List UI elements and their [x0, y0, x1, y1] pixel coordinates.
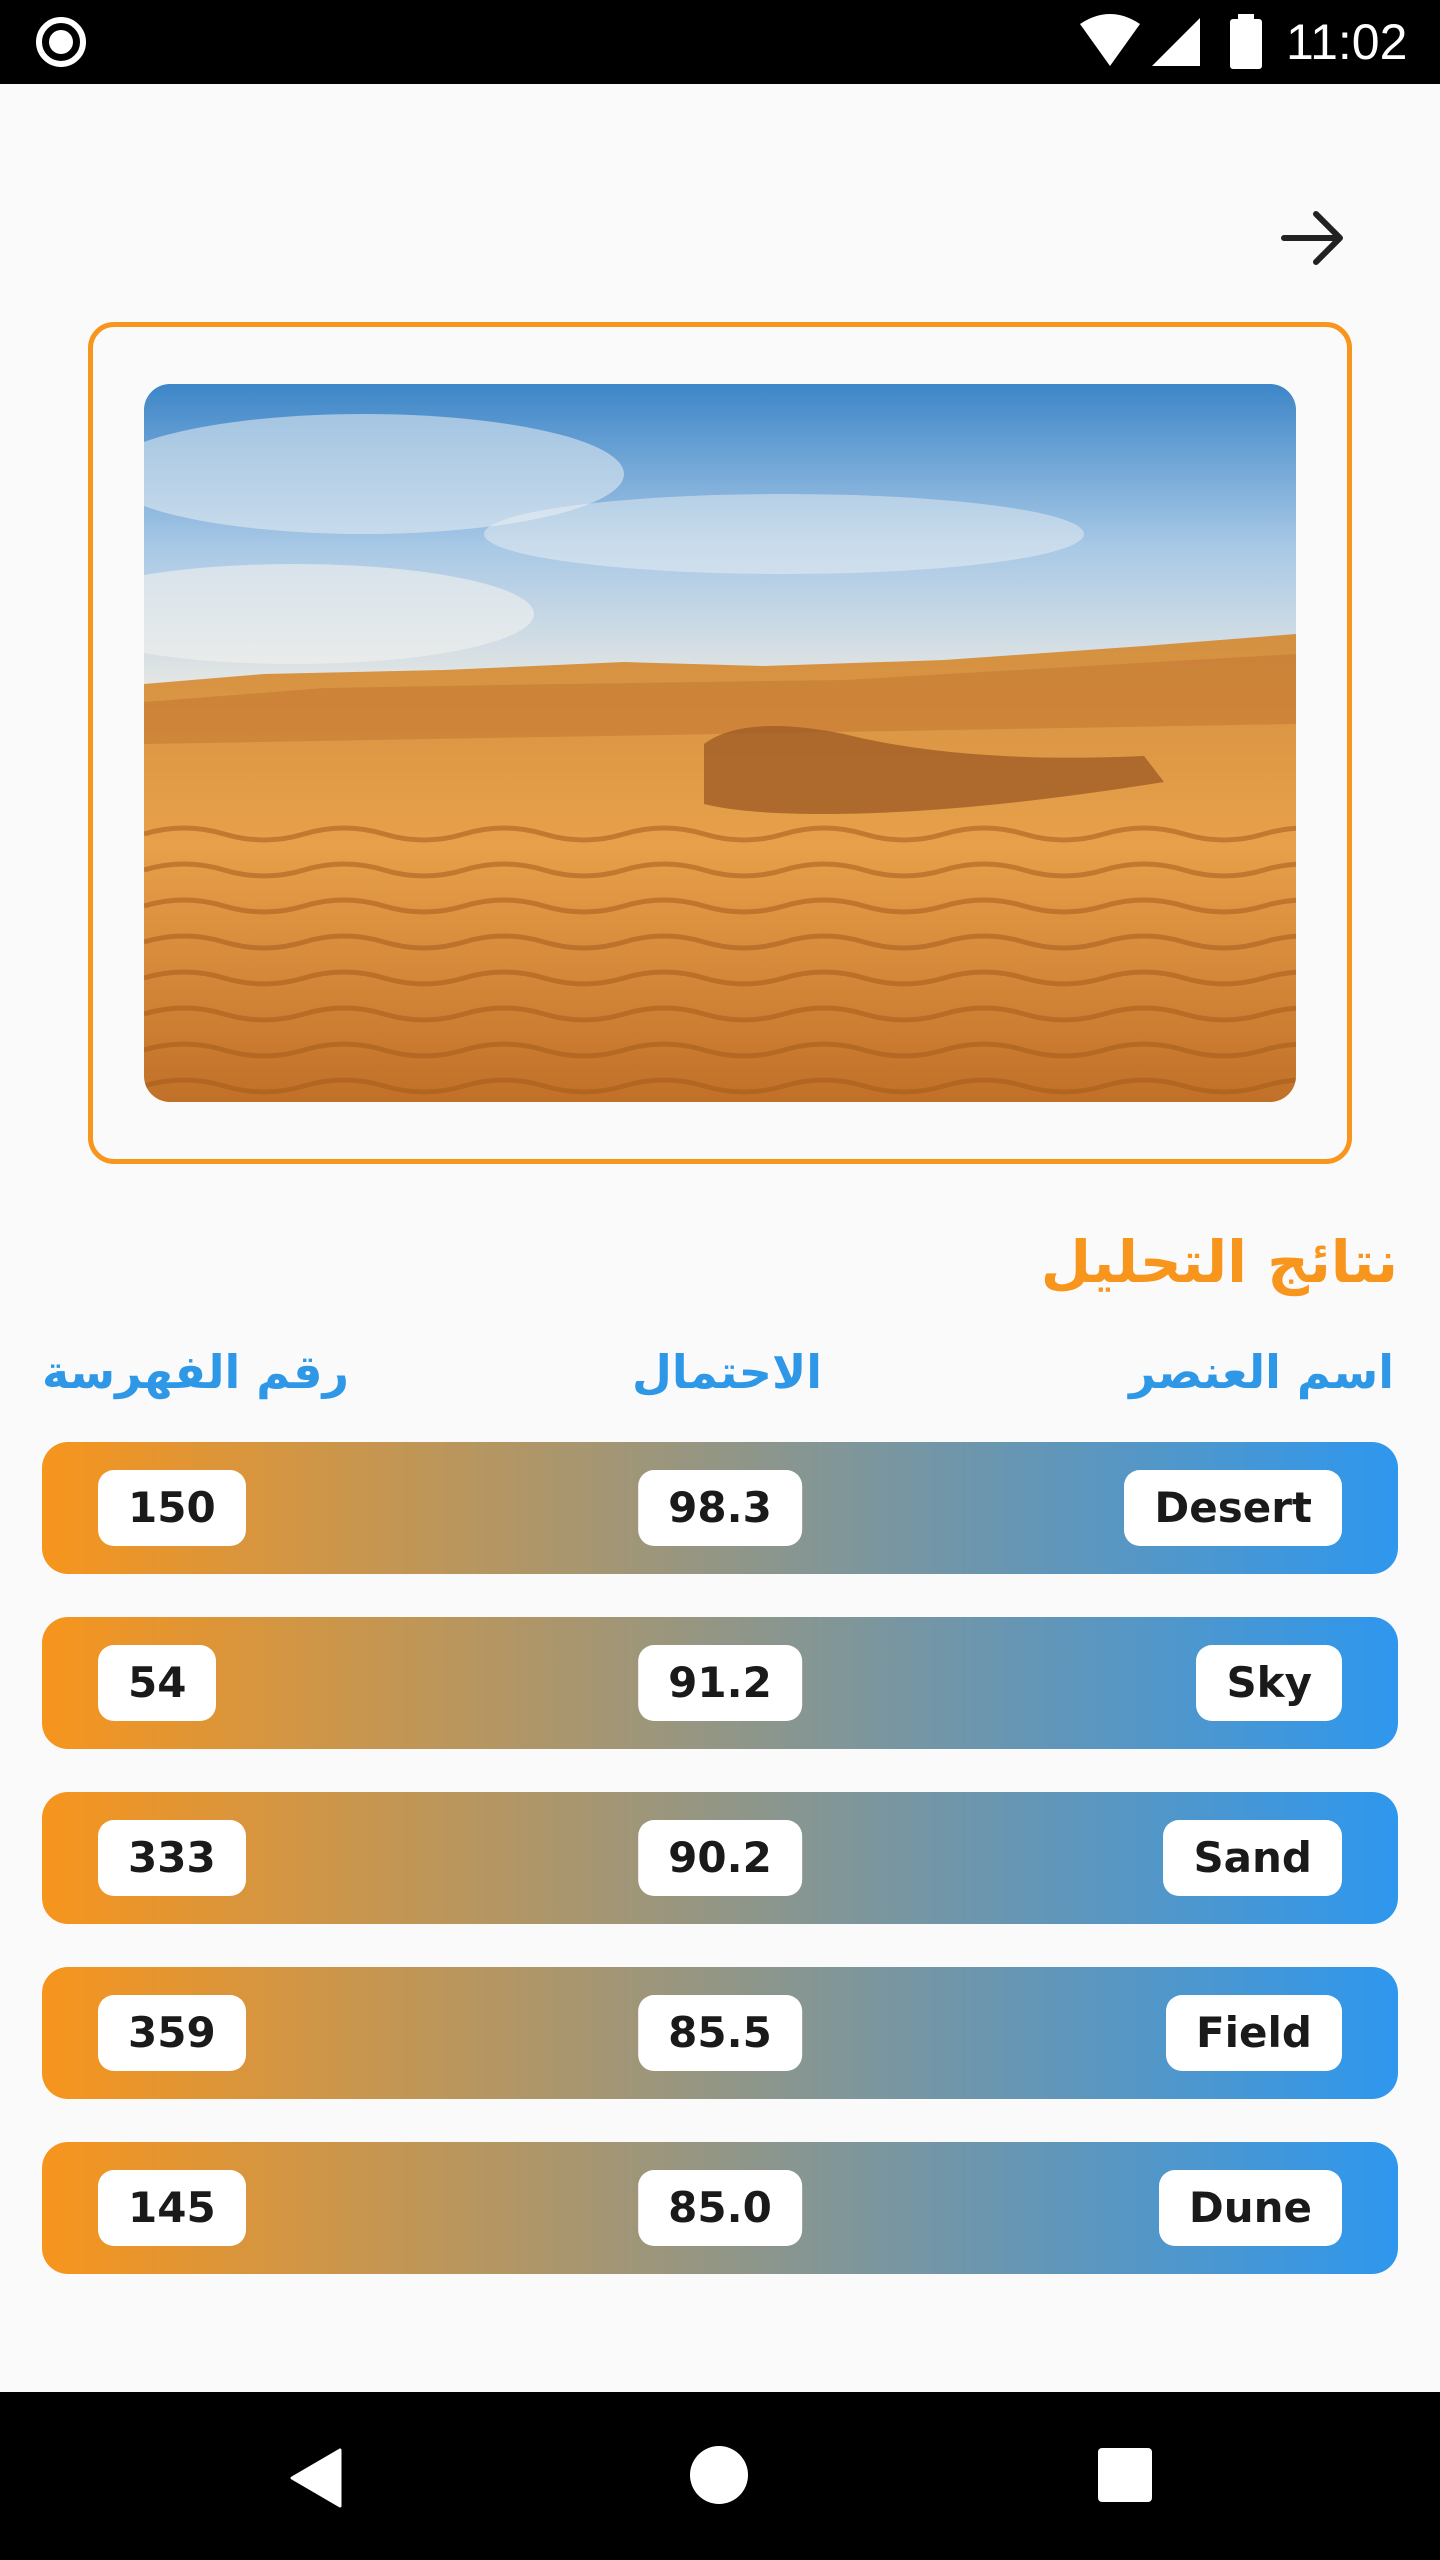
battery-icon — [1230, 14, 1262, 69]
signal-icon — [1152, 18, 1200, 66]
record-icon — [36, 17, 86, 67]
back-button[interactable] — [1270, 200, 1356, 276]
arrow-right-icon — [1281, 211, 1343, 265]
result-row: 150 98.3 Desert — [42, 1442, 1398, 1574]
home-circle-icon[interactable] — [690, 2446, 748, 2504]
item-name: Field — [1165, 1995, 1342, 2071]
index-value: 150 — [98, 1470, 246, 1546]
back-triangle-icon[interactable] — [290, 2448, 342, 2508]
index-value: 145 — [98, 2170, 246, 2246]
probability-value: 85.0 — [638, 2170, 802, 2246]
column-header-index: رقم الفهرسة — [42, 1345, 349, 1399]
wifi-icon — [1080, 14, 1140, 66]
probability-value: 91.2 — [638, 1645, 802, 1721]
result-row: 145 85.0 Dune — [42, 2142, 1398, 2274]
probability-value: 90.2 — [638, 1820, 802, 1896]
result-row: 359 85.5 Field — [42, 1967, 1398, 2099]
status-time: 11:02 — [1286, 14, 1408, 70]
item-name: Sand — [1163, 1820, 1342, 1896]
navigation-bar — [0, 2392, 1440, 2560]
results-title: نتائج التحليل — [1040, 1228, 1398, 1296]
status-bar: 11:02 — [0, 0, 1440, 84]
column-header-name: اسم العنصر — [1129, 1345, 1394, 1399]
index-value: 333 — [98, 1820, 246, 1896]
item-name: Dune — [1158, 2170, 1342, 2246]
item-name: Sky — [1196, 1645, 1342, 1721]
index-value: 359 — [98, 1995, 246, 2071]
result-row: 54 91.2 Sky — [42, 1617, 1398, 1749]
column-header-probability: الاحتمال — [632, 1345, 822, 1399]
recents-square-icon[interactable] — [1098, 2448, 1152, 2502]
result-row: 333 90.2 Sand — [42, 1792, 1398, 1924]
index-value: 54 — [98, 1645, 217, 1721]
probability-value: 85.5 — [638, 1995, 802, 2071]
probability-value: 98.3 — [638, 1470, 802, 1546]
desert-photo — [144, 384, 1296, 1102]
item-name: Desert — [1124, 1470, 1342, 1546]
